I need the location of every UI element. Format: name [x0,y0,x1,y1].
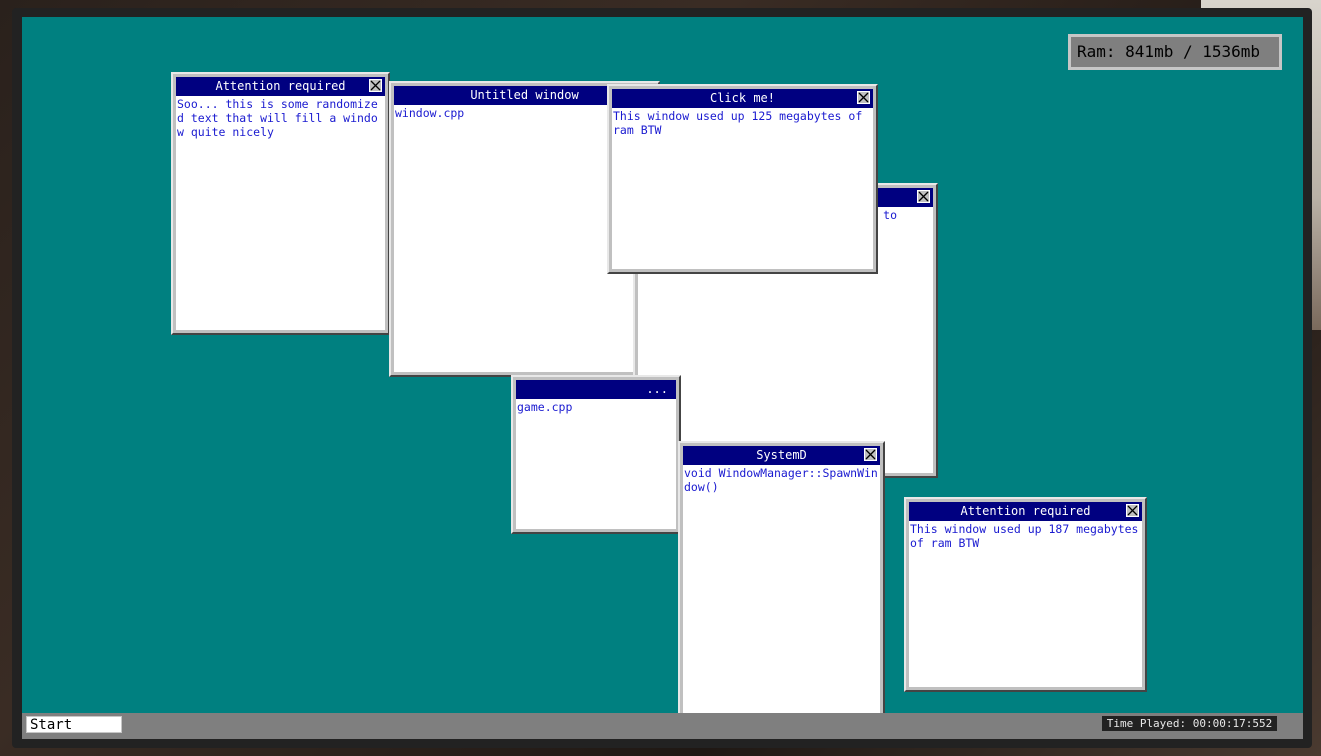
window-titlebar[interactable]: SystemD [683,446,880,465]
window-click-me[interactable]: Click me! This window used up 125 megaby… [607,84,878,274]
window-body: This window used up 187 megabytes of ram… [909,521,1142,687]
window-titlebar[interactable]: Attention required [176,77,385,96]
window-body: void WindowManager::SpawnWindow() [683,465,880,736]
window-body: game.cpp [516,399,676,529]
ram-label: Ram: 841mb / 1536mb [1077,42,1261,61]
window-body: This window used up 125 megabytes of ram… [612,108,873,269]
close-icon[interactable] [1126,504,1139,517]
window-titlebar[interactable]: Click me! [612,89,873,108]
close-icon[interactable] [369,79,382,92]
close-icon[interactable] [917,190,930,203]
window-text: to [883,208,897,222]
ram-indicator: Ram: 841mb / 1536mb [1068,34,1282,70]
window-systemd[interactable]: SystemD void WindowManager::SpawnWindow(… [678,441,885,739]
window-title: Click me! [709,91,776,105]
window-titlebar[interactable]: ... [516,380,676,399]
window-attention-left[interactable]: Attention required Soo... this is some r… [171,72,390,335]
window-attention-right[interactable]: Attention required This window used up 1… [904,497,1147,692]
window-game-cpp[interactable]: ... game.cpp [511,375,681,534]
window-title: SystemD [756,448,807,462]
window-body: Soo... this is some randomized text that… [176,96,385,330]
time-played: Time Played: 00:00:17:552 [1102,716,1277,731]
window-title: ... [646,382,668,396]
close-icon[interactable] [857,91,870,104]
window-title: Attention required [215,79,346,93]
window-title: Untitled window [470,88,579,102]
desktop[interactable]: Ram: 841mb / 1536mb Attention required S… [22,17,1303,739]
taskbar: Start Time Played: 00:00:17:552 [22,713,1303,739]
window-titlebar[interactable]: Attention required [909,502,1142,521]
window-title: Attention required [960,504,1091,518]
close-icon[interactable] [864,448,877,461]
start-button[interactable]: Start [26,716,122,733]
